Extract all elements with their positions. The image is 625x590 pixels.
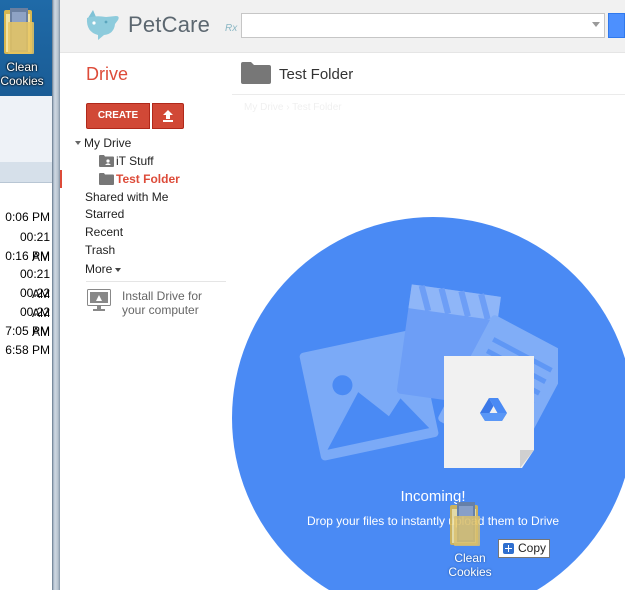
install-drive-line2: your computer bbox=[122, 303, 199, 317]
selected-indicator bbox=[60, 170, 62, 188]
pet-logo-icon bbox=[86, 10, 119, 40]
divider bbox=[232, 94, 625, 95]
modified-time-cell: 0:06 PM bbox=[5, 210, 50, 224]
install-drive-line1: Install Drive for bbox=[122, 289, 203, 303]
upload-arrow-icon bbox=[163, 110, 173, 122]
install-drive-link[interactable]: Install Drive for your computer bbox=[122, 289, 202, 317]
more-label: More bbox=[85, 262, 113, 276]
copy-tooltip-label: Copy bbox=[518, 541, 547, 555]
create-button[interactable]: CREATE bbox=[86, 103, 150, 129]
background-toolbar bbox=[0, 96, 52, 163]
desktop-folder-label-line1: Clean bbox=[6, 60, 38, 74]
sidebar-item-starred[interactable]: Starred bbox=[85, 207, 124, 221]
sidebar-item-more[interactable]: More bbox=[85, 262, 122, 276]
breadcrumb: My Drive › Test Folder bbox=[244, 102, 342, 113]
search-options-dropdown-icon[interactable] bbox=[592, 22, 600, 27]
drive-title[interactable]: Drive bbox=[86, 64, 128, 85]
modified-time-cell: 7:05 PM bbox=[5, 324, 50, 338]
incoming-title: Incoming! bbox=[400, 488, 466, 505]
folder-icon[interactable] bbox=[2, 4, 36, 58]
modified-time-cell: 00:21 AM bbox=[19, 230, 50, 264]
modified-time-cell: 00:22 AM bbox=[19, 286, 50, 320]
sidebar-item-it-stuff[interactable]: iT Stuff bbox=[116, 154, 154, 168]
sidebar-item-my-drive[interactable]: My Drive bbox=[84, 136, 131, 150]
modified-time-cell: 0:16 PM bbox=[5, 249, 50, 263]
search-button[interactable] bbox=[608, 13, 625, 38]
upload-button[interactable] bbox=[152, 103, 184, 129]
desktop-folder-label[interactable]: Clean Cookies bbox=[0, 60, 44, 88]
folder-title[interactable]: Test Folder bbox=[279, 66, 353, 83]
modified-time-cell: 6:58 PM bbox=[5, 343, 50, 357]
sidebar-item-recent[interactable]: Recent bbox=[85, 225, 123, 239]
expand-caret-icon[interactable] bbox=[75, 141, 81, 145]
sidebar-item-shared-with-me[interactable]: Shared with Me bbox=[85, 190, 168, 204]
logo-subtext: Rx bbox=[225, 23, 238, 34]
background-window: Clean Cookies 0:06 PM 00:21 AM 0:16 PM 0… bbox=[0, 0, 52, 590]
sidebar-item-trash[interactable]: Trash bbox=[85, 243, 115, 257]
dragged-item-label-line2: Cookies bbox=[448, 565, 492, 579]
sidebar-item-test-folder[interactable]: Test Folder bbox=[116, 172, 180, 186]
logo-text: PetCare bbox=[128, 12, 211, 37]
background-gap bbox=[0, 183, 52, 207]
modified-time-cell: 00:22 AM bbox=[19, 305, 50, 339]
breadcrumb-item[interactable]: Test Folder bbox=[292, 102, 341, 113]
background-column-header bbox=[0, 162, 52, 183]
divider bbox=[86, 281, 226, 282]
top-bar: PetCare Rx bbox=[60, 0, 625, 53]
incoming-files-illustration bbox=[299, 284, 558, 468]
plus-icon bbox=[503, 543, 514, 554]
incoming-description: Drop your files to instantly upload them… bbox=[306, 514, 560, 528]
dragged-folder-icon bbox=[450, 502, 480, 546]
install-drive-monitor-icon[interactable] bbox=[87, 289, 111, 311]
breadcrumb-item[interactable]: My Drive bbox=[244, 102, 283, 113]
modified-time-cell: 00:21 AM bbox=[19, 267, 50, 301]
dragged-item-label-line1: Clean bbox=[454, 551, 486, 565]
dragged-item-label: Clean Cookies bbox=[440, 551, 500, 579]
chevron-down-icon bbox=[115, 267, 122, 272]
search-input[interactable] bbox=[241, 13, 605, 38]
copy-drag-tooltip: Copy bbox=[498, 539, 550, 558]
folder-icon bbox=[241, 62, 271, 84]
drive-window: PetCare Rx Drive Test Folder My Drive › … bbox=[60, 0, 625, 590]
shared-folder-icon bbox=[99, 155, 114, 167]
window-frame bbox=[52, 0, 60, 590]
desktop-folder-label-line2: Cookies bbox=[0, 74, 44, 88]
folder-icon bbox=[99, 173, 114, 185]
